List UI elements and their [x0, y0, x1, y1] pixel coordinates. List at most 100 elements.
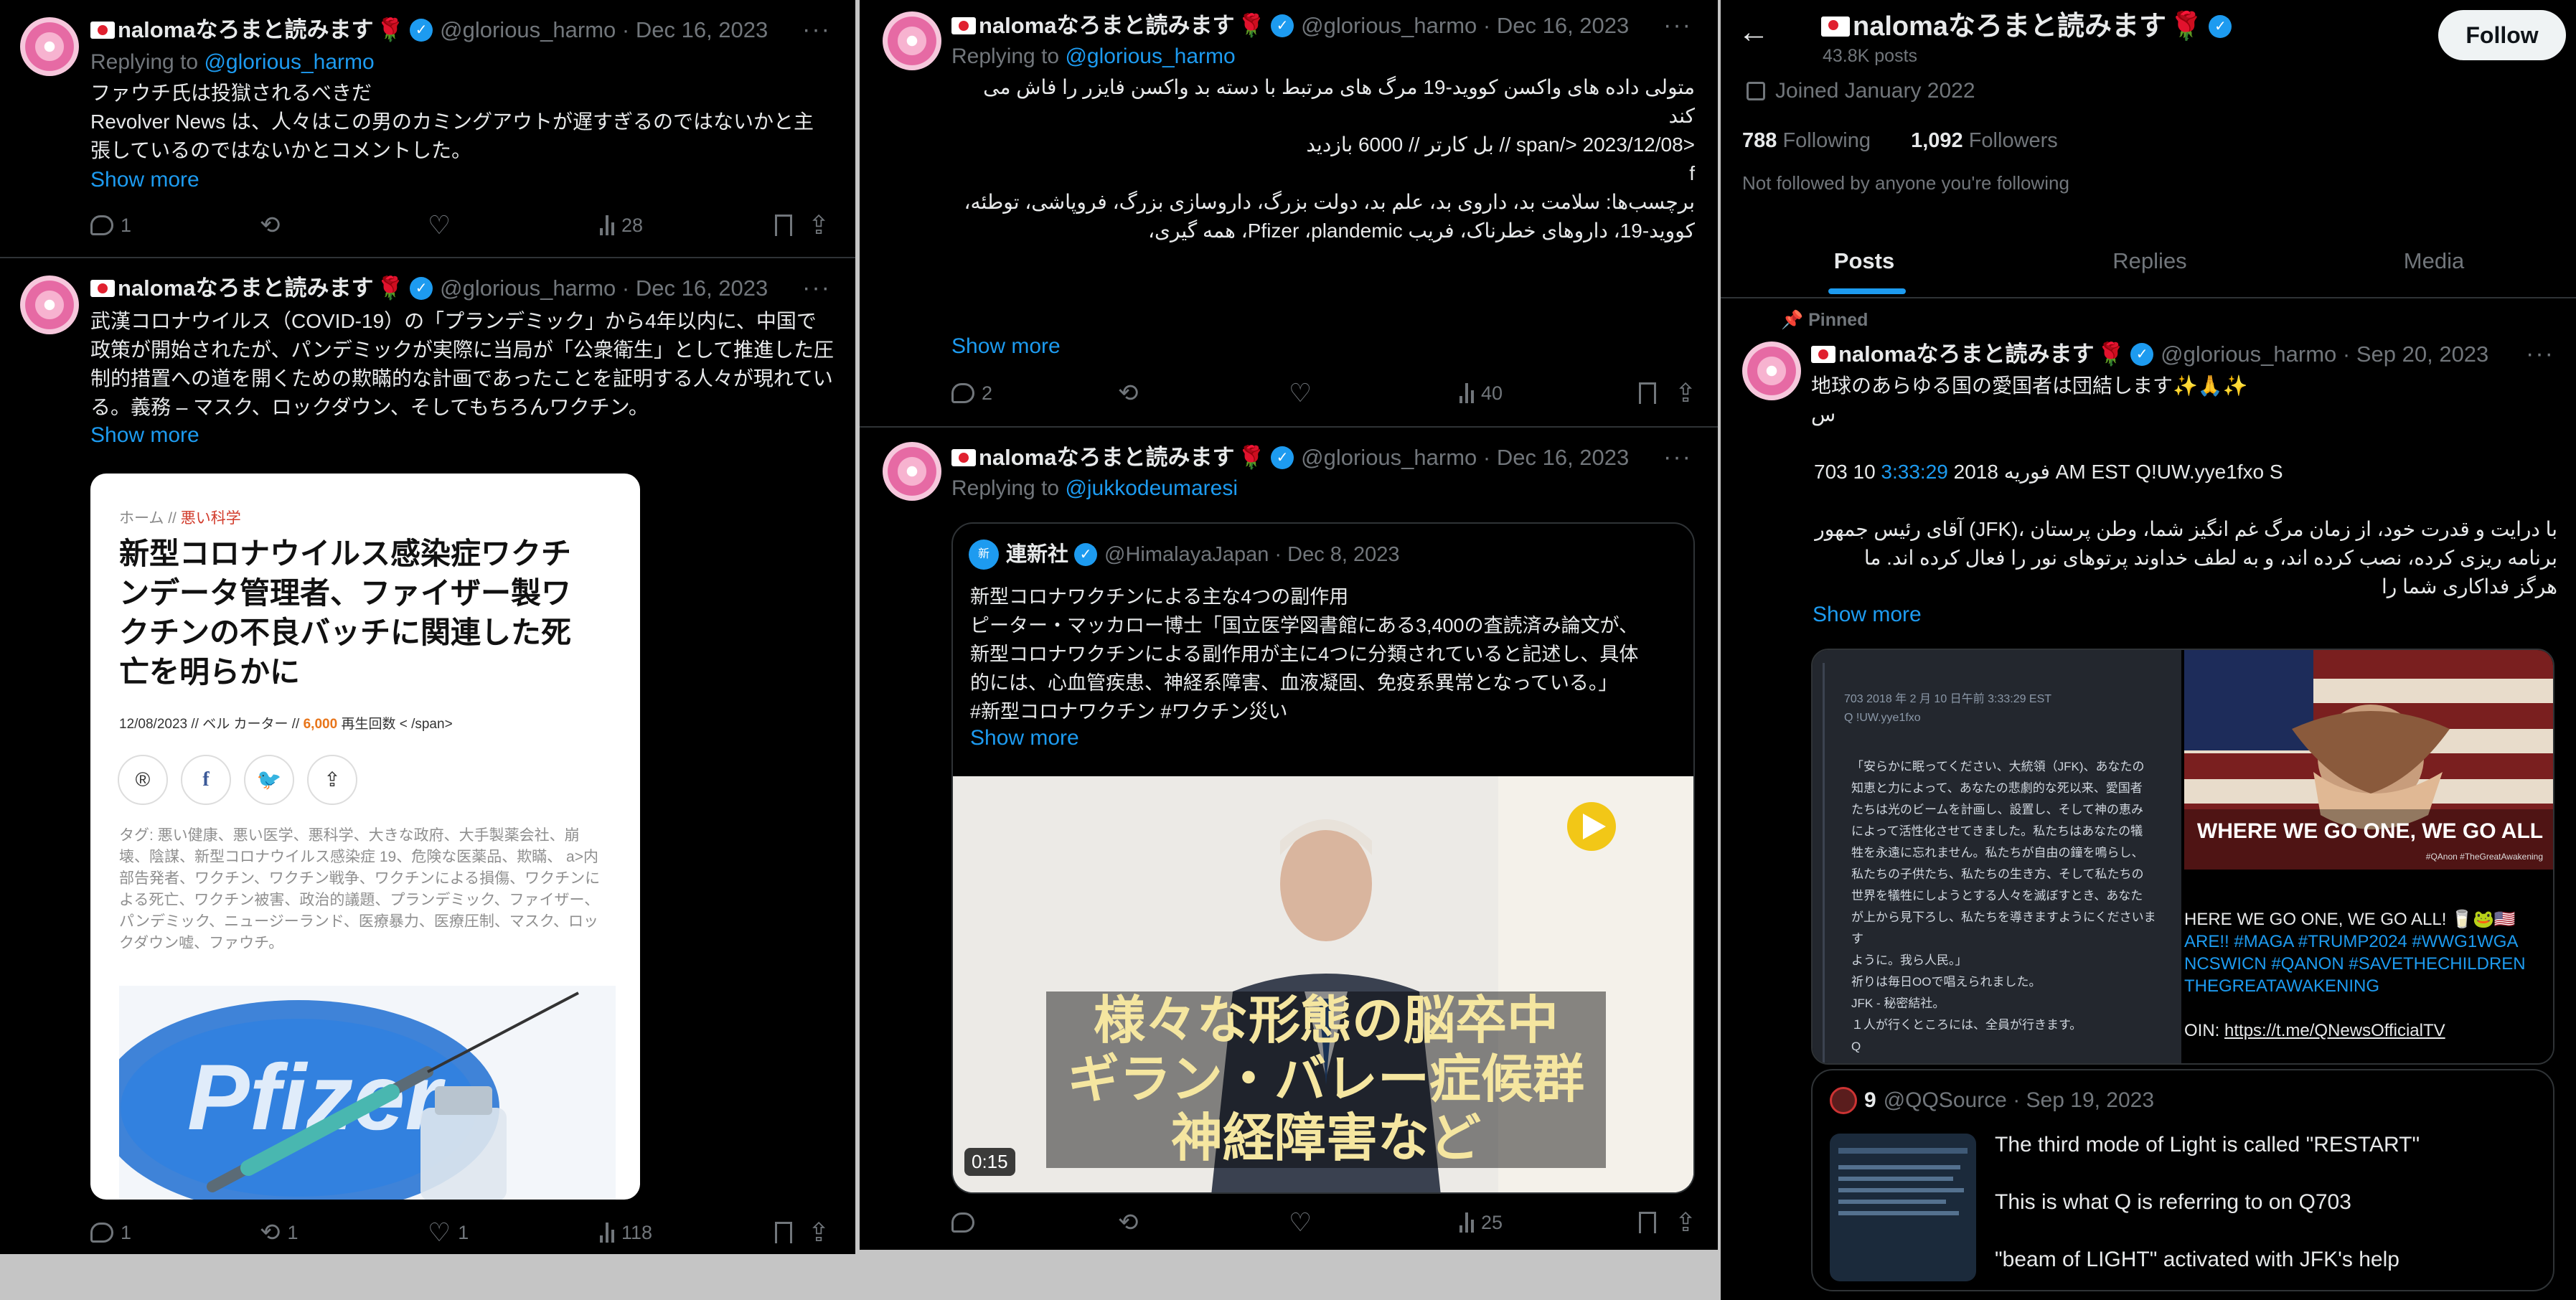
bookmark-button[interactable]: [1639, 1212, 1656, 1233]
handle[interactable]: @glorious_harmo: [1301, 443, 1477, 472]
followers-label[interactable]: Followers: [1969, 129, 2058, 152]
tab-posts[interactable]: Posts: [1721, 248, 2008, 274]
reply-button[interactable]: 2: [951, 382, 992, 405]
like-button[interactable]: ♡ 1: [428, 1220, 469, 1245]
avatar[interactable]: [20, 17, 79, 76]
show-more-link[interactable]: Show more: [951, 334, 1061, 359]
display-name[interactable]: nalomaなろまと読みます: [118, 274, 374, 303]
timestamp[interactable]: Dec 16, 2023: [1497, 443, 1629, 472]
views-button[interactable]: 118: [600, 1222, 652, 1244]
quoted-avatar[interactable]: [1830, 1087, 1857, 1114]
banner-image[interactable]: WHERE WE GO ONE, WE GO ALL #QAnon #TheGr…: [2184, 650, 2553, 1063]
quoted-handle[interactable]: @QQSource: [1884, 1086, 2007, 1115]
views-button[interactable]: 40: [1459, 382, 1503, 405]
bookmark-button[interactable]: [775, 215, 792, 236]
more-icon[interactable]: ···: [1663, 445, 1692, 469]
facebook-share-button[interactable]: f: [181, 755, 231, 805]
avatar[interactable]: [20, 275, 79, 334]
q-drop-line: によって活性化させてきました。私たちはあなたの犠: [1851, 824, 2143, 838]
more-icon[interactable]: ···: [2526, 342, 2554, 366]
quoted-timestamp[interactable]: Dec 8, 2023: [1287, 540, 1399, 569]
share-button[interactable]: ⇪: [1675, 380, 1703, 406]
show-more-link[interactable]: Show more: [90, 168, 199, 192]
views-button[interactable]: 25: [1459, 1212, 1503, 1234]
more-icon[interactable]: ···: [1663, 13, 1692, 37]
quoted-timestamp[interactable]: Sep 19, 2023: [2026, 1086, 2155, 1115]
article-card[interactable]: ホーム // 悪い科学 新型コロナウイルス感染症ワクチ ンデータ管理者、ファイザ…: [90, 474, 640, 1200]
display-name[interactable]: nalomaなろまと読みます: [979, 11, 1235, 40]
quoted-tweet[interactable]: 9 @QQSource · Sep 19, 2023 The third mod…: [1811, 1069, 2554, 1291]
views-count: 118: [621, 1221, 653, 1243]
repost-button[interactable]: ⟲: [1118, 1210, 1146, 1235]
handle[interactable]: @glorious_harmo: [2161, 340, 2336, 369]
following-label[interactable]: Following: [1782, 129, 1871, 152]
tweet[interactable]: nalomaなろまと読みます 🌹 ✓ @glorious_harmo · Dec…: [0, 260, 855, 1254]
video-player[interactable]: 様々な形態の脳卒中 ギラン・バレー症候群 神経障害など 0:15: [953, 776, 1693, 1192]
pinned-media[interactable]: 703 2018 年 2 月 10 日午前 3:33:29 EST Q !UW.…: [1811, 649, 2554, 1065]
bookmark-button[interactable]: [1639, 382, 1656, 404]
twitter-share-button[interactable]: 🐦: [244, 755, 294, 805]
following-count[interactable]: 788: [1742, 129, 1777, 152]
bookmark-button[interactable]: [775, 1222, 792, 1243]
tweet[interactable]: nalomaなろまと読みます 🌹 ✓ @glorious_harmo · Dec…: [860, 0, 1718, 423]
avatar[interactable]: [1742, 342, 1801, 400]
repost-button[interactable]: ⟲: [1118, 381, 1146, 405]
like-button[interactable]: ♡: [1289, 1210, 1319, 1235]
replying-to-link[interactable]: @glorious_harmo: [204, 50, 374, 74]
follow-button[interactable]: Follow: [2438, 10, 2566, 60]
tab-media[interactable]: Media: [2292, 248, 2576, 274]
quoted-tweet[interactable]: 新 連新社 ✓ @HimalayaJapan · Dec 8, 2023 新型コ…: [951, 522, 1695, 1194]
avatar[interactable]: [883, 11, 941, 70]
reply-button[interactable]: 1: [90, 1222, 131, 1244]
handle[interactable]: @glorious_harmo: [440, 16, 616, 44]
timestamp-link[interactable]: 3:33:29: [1881, 461, 1947, 483]
repost-button[interactable]: ⟲: [260, 213, 288, 237]
share-button[interactable]: ⇪: [808, 212, 837, 238]
reddit-share-button[interactable]: ®: [118, 755, 168, 805]
like-button[interactable]: ♡: [428, 212, 458, 238]
q-drop-image[interactable]: 703 2018 年 2 月 10 日午前 3:33:29 EST Q !UW.…: [1813, 650, 2181, 1063]
avatar[interactable]: [883, 442, 941, 501]
share-button[interactable]: ⇪: [307, 755, 357, 805]
reply-button[interactable]: [951, 1212, 982, 1233]
tab-replies[interactable]: Replies: [2008, 248, 2292, 274]
tweet-line: برنامه ریزی کرده، نصب کرده اند، و به لطف…: [1863, 547, 2557, 569]
quoted-display-name[interactable]: 9: [1864, 1086, 1876, 1115]
tweet[interactable]: nalomaなろまと読みます 🌹 ✓ @glorious_harmo · Dec…: [0, 0, 855, 255]
timestamp[interactable]: Sep 20, 2023: [2356, 340, 2488, 369]
like-button[interactable]: ♡: [1289, 380, 1319, 406]
more-icon[interactable]: ···: [802, 17, 831, 42]
handle[interactable]: @glorious_harmo: [1301, 11, 1477, 40]
breadcrumb-section[interactable]: 悪い科学: [181, 510, 241, 527]
more-icon[interactable]: ···: [802, 275, 831, 300]
quoted-display-name[interactable]: 連新社: [1006, 540, 1068, 569]
back-arrow-icon[interactable]: ←: [1738, 14, 1769, 50]
show-more-link[interactable]: Show more: [1813, 603, 1922, 627]
replying-to-link[interactable]: @jukkodeumaresi: [1065, 476, 1238, 500]
display-name[interactable]: nalomaなろまと読みます: [979, 443, 1235, 472]
quoted-avatar[interactable]: 新: [969, 540, 999, 570]
tweet[interactable]: nalomaなろまと読みます 🌹 ✓ @glorious_harmo · Dec…: [860, 429, 1718, 1250]
q-drop-line: たちは光のビームを計画し、設置し、そして神の恵み: [1851, 803, 2143, 816]
timestamp[interactable]: Dec 16, 2023: [1497, 11, 1629, 40]
timestamp[interactable]: Dec 16, 2023: [636, 16, 768, 44]
article-title[interactable]: 新型コロナウイルス感染症ワクチ ンデータ管理者、ファイザー製ワ クチンの不良バッ…: [119, 534, 621, 692]
followers-count[interactable]: 1,092: [1911, 129, 1963, 152]
reply-button[interactable]: 1: [90, 215, 131, 237]
telegram-link[interactable]: https://t.me/QNewsOfficialTV: [2224, 1021, 2445, 1040]
quoted-thumbnail[interactable]: [1830, 1134, 1976, 1281]
display-name[interactable]: nalomaなろまと読みます: [118, 16, 374, 44]
breadcrumb-home[interactable]: ホーム //: [119, 510, 177, 527]
show-more-link[interactable]: Show more: [970, 726, 1079, 750]
display-name[interactable]: nalomaなろまと読みます: [1838, 340, 2095, 369]
timestamp[interactable]: Dec 16, 2023: [636, 274, 768, 303]
handle[interactable]: @glorious_harmo: [440, 274, 616, 303]
share-button[interactable]: ⇪: [808, 1220, 837, 1245]
views-button[interactable]: 28: [600, 215, 643, 237]
quoted-handle[interactable]: @HimalayaJapan: [1104, 540, 1269, 569]
replying-to-link[interactable]: @glorious_harmo: [1065, 44, 1235, 68]
repost-button[interactable]: ⟲ 1: [260, 1220, 299, 1245]
show-more-link[interactable]: Show more: [90, 423, 199, 448]
quoted-line: "beam of LIGHT" activated with JFK's hel…: [1995, 1248, 2399, 1271]
share-button[interactable]: ⇪: [1675, 1210, 1703, 1235]
